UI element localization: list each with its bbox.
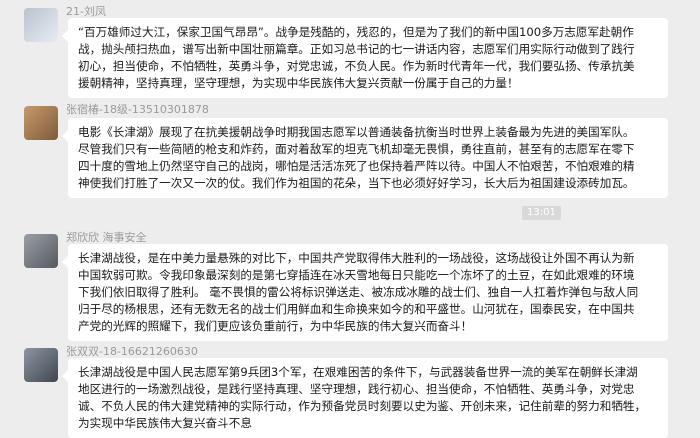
message-line: 战，抛头颅扫热血，谱写出新中国壮丽篇章。正如习总书记的七一讲话内容，志愿军们用实… [78,42,635,56]
avatar[interactable] [24,106,58,140]
chat-message: 张宿椿-18级-13510301878 电影《长津湖》展现了在抗美援朝战争时期我… [0,98,700,198]
message-bubble[interactable]: 长津湖战役是中国人民志愿军第9兵团3个军，在艰难困苦的条件下，与武器装备世界一流… [62,358,668,438]
chat-message: 21-刘凤 “百万雄师过大江，保家卫国气昂昂”。战争是残酷的，残忍的，但是为了我… [0,0,700,100]
message-line: 地区进行的一场激烈战役，是践行坚持真理、坚守理想，践行初心、担当使命，不怕牺牲、… [78,382,635,396]
chat-message: 郑欣欣 海事安全 长津湖战役，是在中美力量悬殊的对比下，中国共产党取得伟大胜利的… [0,226,700,341]
message-line: 援朝精神，坚持真理，坚守理想，为实现中华民族伟大复兴贡献一份属于自己的力量！ [78,76,519,90]
message-bubble[interactable]: “百万雄师过大江，保家卫国气昂昂”。战争是残酷的，残忍的，但是为了我们的新中国1… [62,18,668,98]
message-line: 尽管我们只有一些简陋的枪支和炸药，面对着敌军的坦克飞机却毫无畏惧，勇往直前，甚至… [78,142,635,156]
message-line: 下我们依旧取得了胜利。 毫不畏惧的雷公将标识弹送走、被冻成冰雕的战士们、独自一人… [78,285,639,299]
message-line: 中国软弱可欺。令我印象最深刻的是第七穿插连在冰天雪地每日只能吃一个冻坏了的土豆，… [78,268,635,282]
message-line: 产党的光辉的照耀下，我们更应该负重前行，为中华民族的伟大复兴而奋斗！ [78,319,473,333]
sender-name: 郑欣欣 海事安全 [66,231,147,244]
message-line: 四十度的雪地上仍然坚守自己的战岗，哪怕是活活冻死了也保持着严阵以待。中国人不怕艰… [78,159,635,173]
sender-name: 张双双-18-16621260630 [66,345,198,358]
message-line: 长津湖战役，是在中美力量悬殊的对比下，中国共产党取得伟大胜利的一场战役，这场战役… [78,251,635,265]
timestamp: 13:01 [522,206,561,220]
avatar[interactable] [24,234,58,268]
message-line: 初心，担当使命，不怕牺牲，英勇斗争，对党忠诚，不负人民。作为新时代青年一代，我们… [78,59,635,73]
message-line: 神使我们打胜了一次又一次的仗。我们作为祖国的花朵，当下也必须好好学习，长大后为祖… [78,176,635,190]
avatar[interactable] [24,8,58,42]
message-line: 诚、不负人民的伟大建党精神的实际行动，作为预备党员时刻要以史为鉴、开创未来，记住… [78,399,647,413]
message-line: 归于尽的杨根思，还有无数无名的战士们用鲜血和生命换来如今的和平盛世。山河犹在，国… [78,302,635,316]
message-line: “百万雄师过大江，保家卫国气昂昂”。战争是残酷的，残忍的，但是为了我们的新中国1… [78,25,634,39]
message-line: 电影《长津湖》展现了在抗美援朝战争时期我国志愿军以普通装备抗衡当时世界上装备最为… [78,125,635,139]
message-line: 为实现中华民族伟大复兴奋斗不息 [78,416,252,430]
message-bubble[interactable]: 长津湖战役，是在中美力量悬殊的对比下，中国共产党取得伟大胜利的一场战役，这场战役… [62,244,668,341]
message-bubble[interactable]: 电影《长津湖》展现了在抗美援朝战争时期我国志愿军以普通装备抗衡当时世界上装备最为… [62,118,668,198]
sender-name: 21-刘凤 [66,5,106,18]
sender-name: 张宿椿-18级-13510301878 [66,103,209,116]
chat-message: 张双双-18-16621260630 长津湖战役是中国人民志愿军第9兵团3个军，… [0,340,700,438]
avatar[interactable] [24,348,58,382]
message-line: 长津湖战役是中国人民志愿军第9兵团3个军，在艰难困苦的条件下，与武器装备世界一流… [78,365,638,379]
